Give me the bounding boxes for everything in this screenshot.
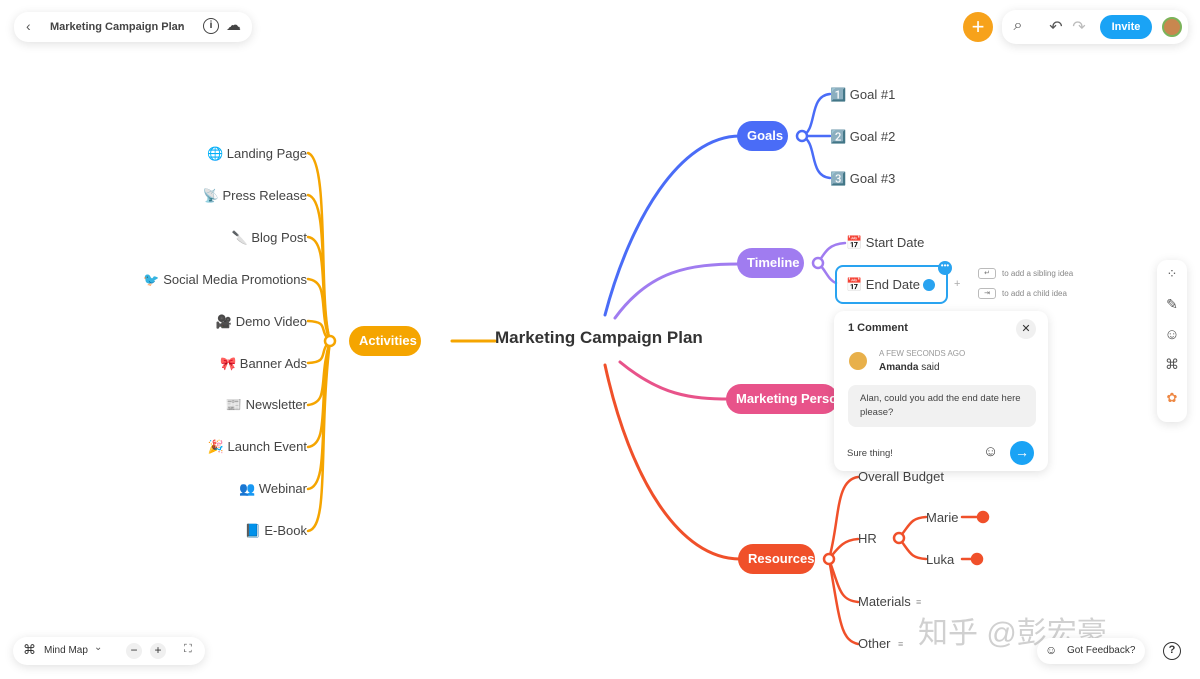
- resource-item[interactable]: Materials: [858, 594, 911, 609]
- invite-button[interactable]: Invite: [1100, 15, 1152, 39]
- feedback-button[interactable]: ☺ Got Feedback?: [1037, 638, 1145, 664]
- activity-item[interactable]: 📘 E-Book: [127, 523, 307, 539]
- color-palette-icon[interactable]: ✿: [1160, 390, 1184, 406]
- resource-item[interactable]: Other: [858, 636, 891, 651]
- marketing-persona-node[interactable]: Marketing Persona: [726, 384, 838, 414]
- right-toolbar: ⁘ ✎ ☺ ⌘ ✿: [1157, 260, 1187, 422]
- tab-key-icon: ⇥: [978, 288, 996, 299]
- comment-count-title: 1 Comment: [848, 322, 908, 334]
- bottom-toolbar: ⌘ Mind Map ⌄ − + ⛶: [13, 637, 205, 665]
- child-hint: ⇥ to add a child idea: [978, 288, 1067, 299]
- cloud-download-icon[interactable]: ☁: [226, 16, 241, 34]
- commenter-avatar: [849, 352, 867, 370]
- zoom-in-button[interactable]: +: [150, 643, 166, 659]
- search-icon[interactable]: ⌕: [1006, 17, 1030, 35]
- note-icon[interactable]: ≡: [916, 597, 921, 607]
- activity-item[interactable]: 🔪 Blog Post: [127, 230, 307, 246]
- hr-item[interactable]: Luka: [926, 552, 954, 567]
- redo-icon[interactable]: ↷: [1067, 17, 1091, 37]
- comment-time: A FEW SECONDS AGO: [879, 349, 966, 358]
- more-options-icon[interactable]: •••: [938, 261, 952, 275]
- back-chevron-icon[interactable]: ‹: [26, 18, 31, 34]
- help-button[interactable]: ?: [1163, 642, 1181, 660]
- timeline-node[interactable]: Timeline: [737, 248, 804, 278]
- activity-item[interactable]: 📡 Press Release: [127, 188, 307, 204]
- comment-author: Amanda: [879, 362, 919, 373]
- view-chevron-icon[interactable]: ⌄: [94, 642, 102, 653]
- add-button[interactable]: +: [963, 12, 993, 42]
- said-label: said: [921, 362, 940, 373]
- zoom-out-button[interactable]: −: [126, 643, 142, 659]
- goal-item[interactable]: 3️⃣ Goal #3: [830, 171, 895, 187]
- comment-text: Alan, could you add the end date here pl…: [848, 385, 1036, 427]
- document-header: ‹ Marketing Campaign Plan ⌄ i ☁: [14, 12, 252, 42]
- add-child-plus-icon[interactable]: +: [954, 278, 960, 290]
- activity-item[interactable]: 🎥 Demo Video: [127, 314, 307, 330]
- activity-item[interactable]: 👥 Webinar: [127, 481, 307, 497]
- info-icon[interactable]: i: [203, 18, 219, 34]
- undo-icon[interactable]: ↶: [1044, 17, 1068, 37]
- comment-popup: 1 Comment ✕ A FEW SECONDS AGO Amanda sai…: [834, 311, 1048, 471]
- emoji-icon[interactable]: ☺: [983, 443, 998, 460]
- send-button[interactable]: →: [1010, 441, 1034, 465]
- goal-item[interactable]: 2️⃣ Goal #2: [830, 129, 895, 145]
- activity-item[interactable]: 🎉 Launch Event: [127, 439, 307, 455]
- enter-key-icon: ↵: [978, 268, 996, 279]
- start-date-item[interactable]: 📅 Start Date: [846, 235, 924, 251]
- title-dropdown-chevron-icon[interactable]: ⌄: [176, 19, 184, 30]
- view-selector[interactable]: Mind Map: [44, 645, 88, 656]
- resources-node[interactable]: Resources: [738, 544, 815, 574]
- goals-node[interactable]: Goals: [737, 121, 788, 151]
- activities-node[interactable]: Activities: [349, 326, 421, 356]
- top-toolbar: ⌕ ↶ ↷ Invite: [1002, 10, 1188, 44]
- central-topic[interactable]: Marketing Campaign Plan: [495, 328, 703, 348]
- comment-indicator-icon[interactable]: [923, 279, 935, 291]
- resource-item[interactable]: HR: [858, 531, 877, 546]
- activity-item[interactable]: 🎀 Banner Ads: [127, 356, 307, 372]
- layout-icon[interactable]: ⁘: [1160, 266, 1184, 282]
- sibling-hint: ↵ to add a sibling idea: [978, 268, 1073, 279]
- feedback-emoji-icon: ☺: [1045, 643, 1058, 657]
- document-title[interactable]: Marketing Campaign Plan: [50, 21, 184, 33]
- reply-input[interactable]: Sure thing!: [847, 448, 893, 459]
- goal-item[interactable]: 1️⃣ Goal #1: [830, 87, 895, 103]
- end-date-label: 📅 End Date: [846, 277, 921, 292]
- resource-item[interactable]: Overall Budget: [858, 469, 944, 484]
- activity-item[interactable]: 🐦 Social Media Promotions: [127, 272, 307, 288]
- connection-icon[interactable]: ⌘: [1160, 356, 1184, 373]
- end-date-selected-node[interactable]: 📅 End Date •••: [835, 261, 952, 304]
- close-icon[interactable]: ✕: [1016, 319, 1036, 339]
- activity-item[interactable]: 🌐 Landing Page: [127, 146, 307, 162]
- sticker-icon[interactable]: ☺: [1160, 326, 1184, 343]
- fit-screen-icon[interactable]: ⛶: [184, 643, 192, 656]
- user-avatar[interactable]: [1162, 17, 1182, 37]
- activity-item[interactable]: 📰 Newsletter: [127, 397, 307, 413]
- child-hint-text: to add a child idea: [1002, 289, 1067, 298]
- hr-item[interactable]: Marie: [926, 510, 959, 525]
- mind-map-icon: ⌘: [23, 642, 36, 657]
- note-icon[interactable]: ≡: [898, 639, 903, 649]
- sibling-hint-text: to add a sibling idea: [1002, 269, 1074, 278]
- paint-bucket-icon[interactable]: ✎: [1160, 296, 1184, 313]
- feedback-label: Got Feedback?: [1067, 645, 1136, 656]
